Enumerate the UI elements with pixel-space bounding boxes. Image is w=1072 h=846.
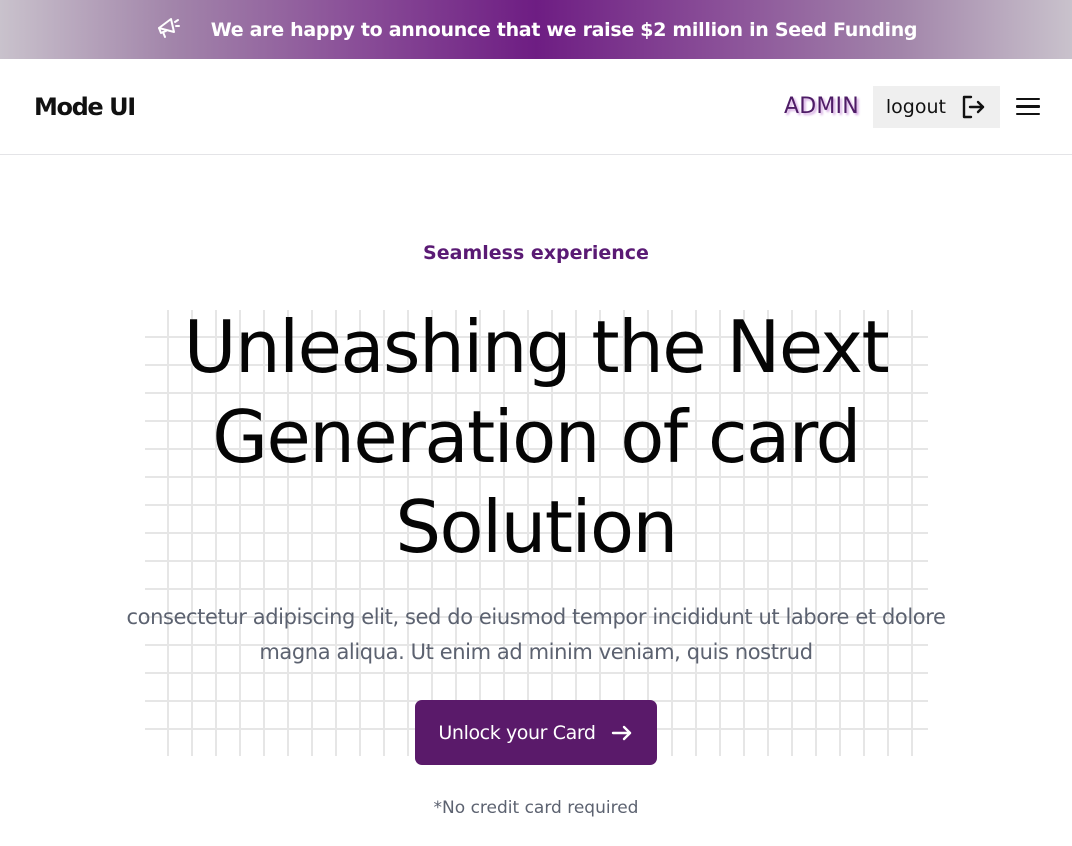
- hero-headline: Unleashing the Next Generation of card S…: [183, 305, 890, 569]
- hero-eyebrow: Seamless experience: [423, 242, 649, 264]
- no-credit-card-note: *No credit card required: [433, 798, 639, 818]
- announcement-bar: We are happy to announce that we raise $…: [0, 0, 1072, 59]
- logout-button[interactable]: logout: [872, 85, 1000, 128]
- megaphone-icon: [155, 15, 181, 41]
- admin-label[interactable]: ADMIN: [784, 94, 859, 119]
- hamburger-menu-icon[interactable]: [1016, 95, 1040, 119]
- unlock-card-button[interactable]: Unlock your Card: [415, 700, 657, 765]
- logout-icon: [962, 95, 985, 118]
- logo[interactable]: Mode UI: [34, 93, 136, 121]
- logout-label: logout: [885, 95, 946, 118]
- arrow-right-icon: [611, 725, 631, 740]
- unlock-card-label: Unlock your Card: [438, 721, 596, 744]
- hero-subtext: consectetur adipiscing elit, sed do eius…: [126, 605, 946, 664]
- site-header: Mode UI ADMIN logout: [0, 59, 1072, 155]
- announcement-text: We are happy to announce that we raise $…: [210, 18, 918, 41]
- header-actions: ADMIN logout: [784, 85, 1040, 128]
